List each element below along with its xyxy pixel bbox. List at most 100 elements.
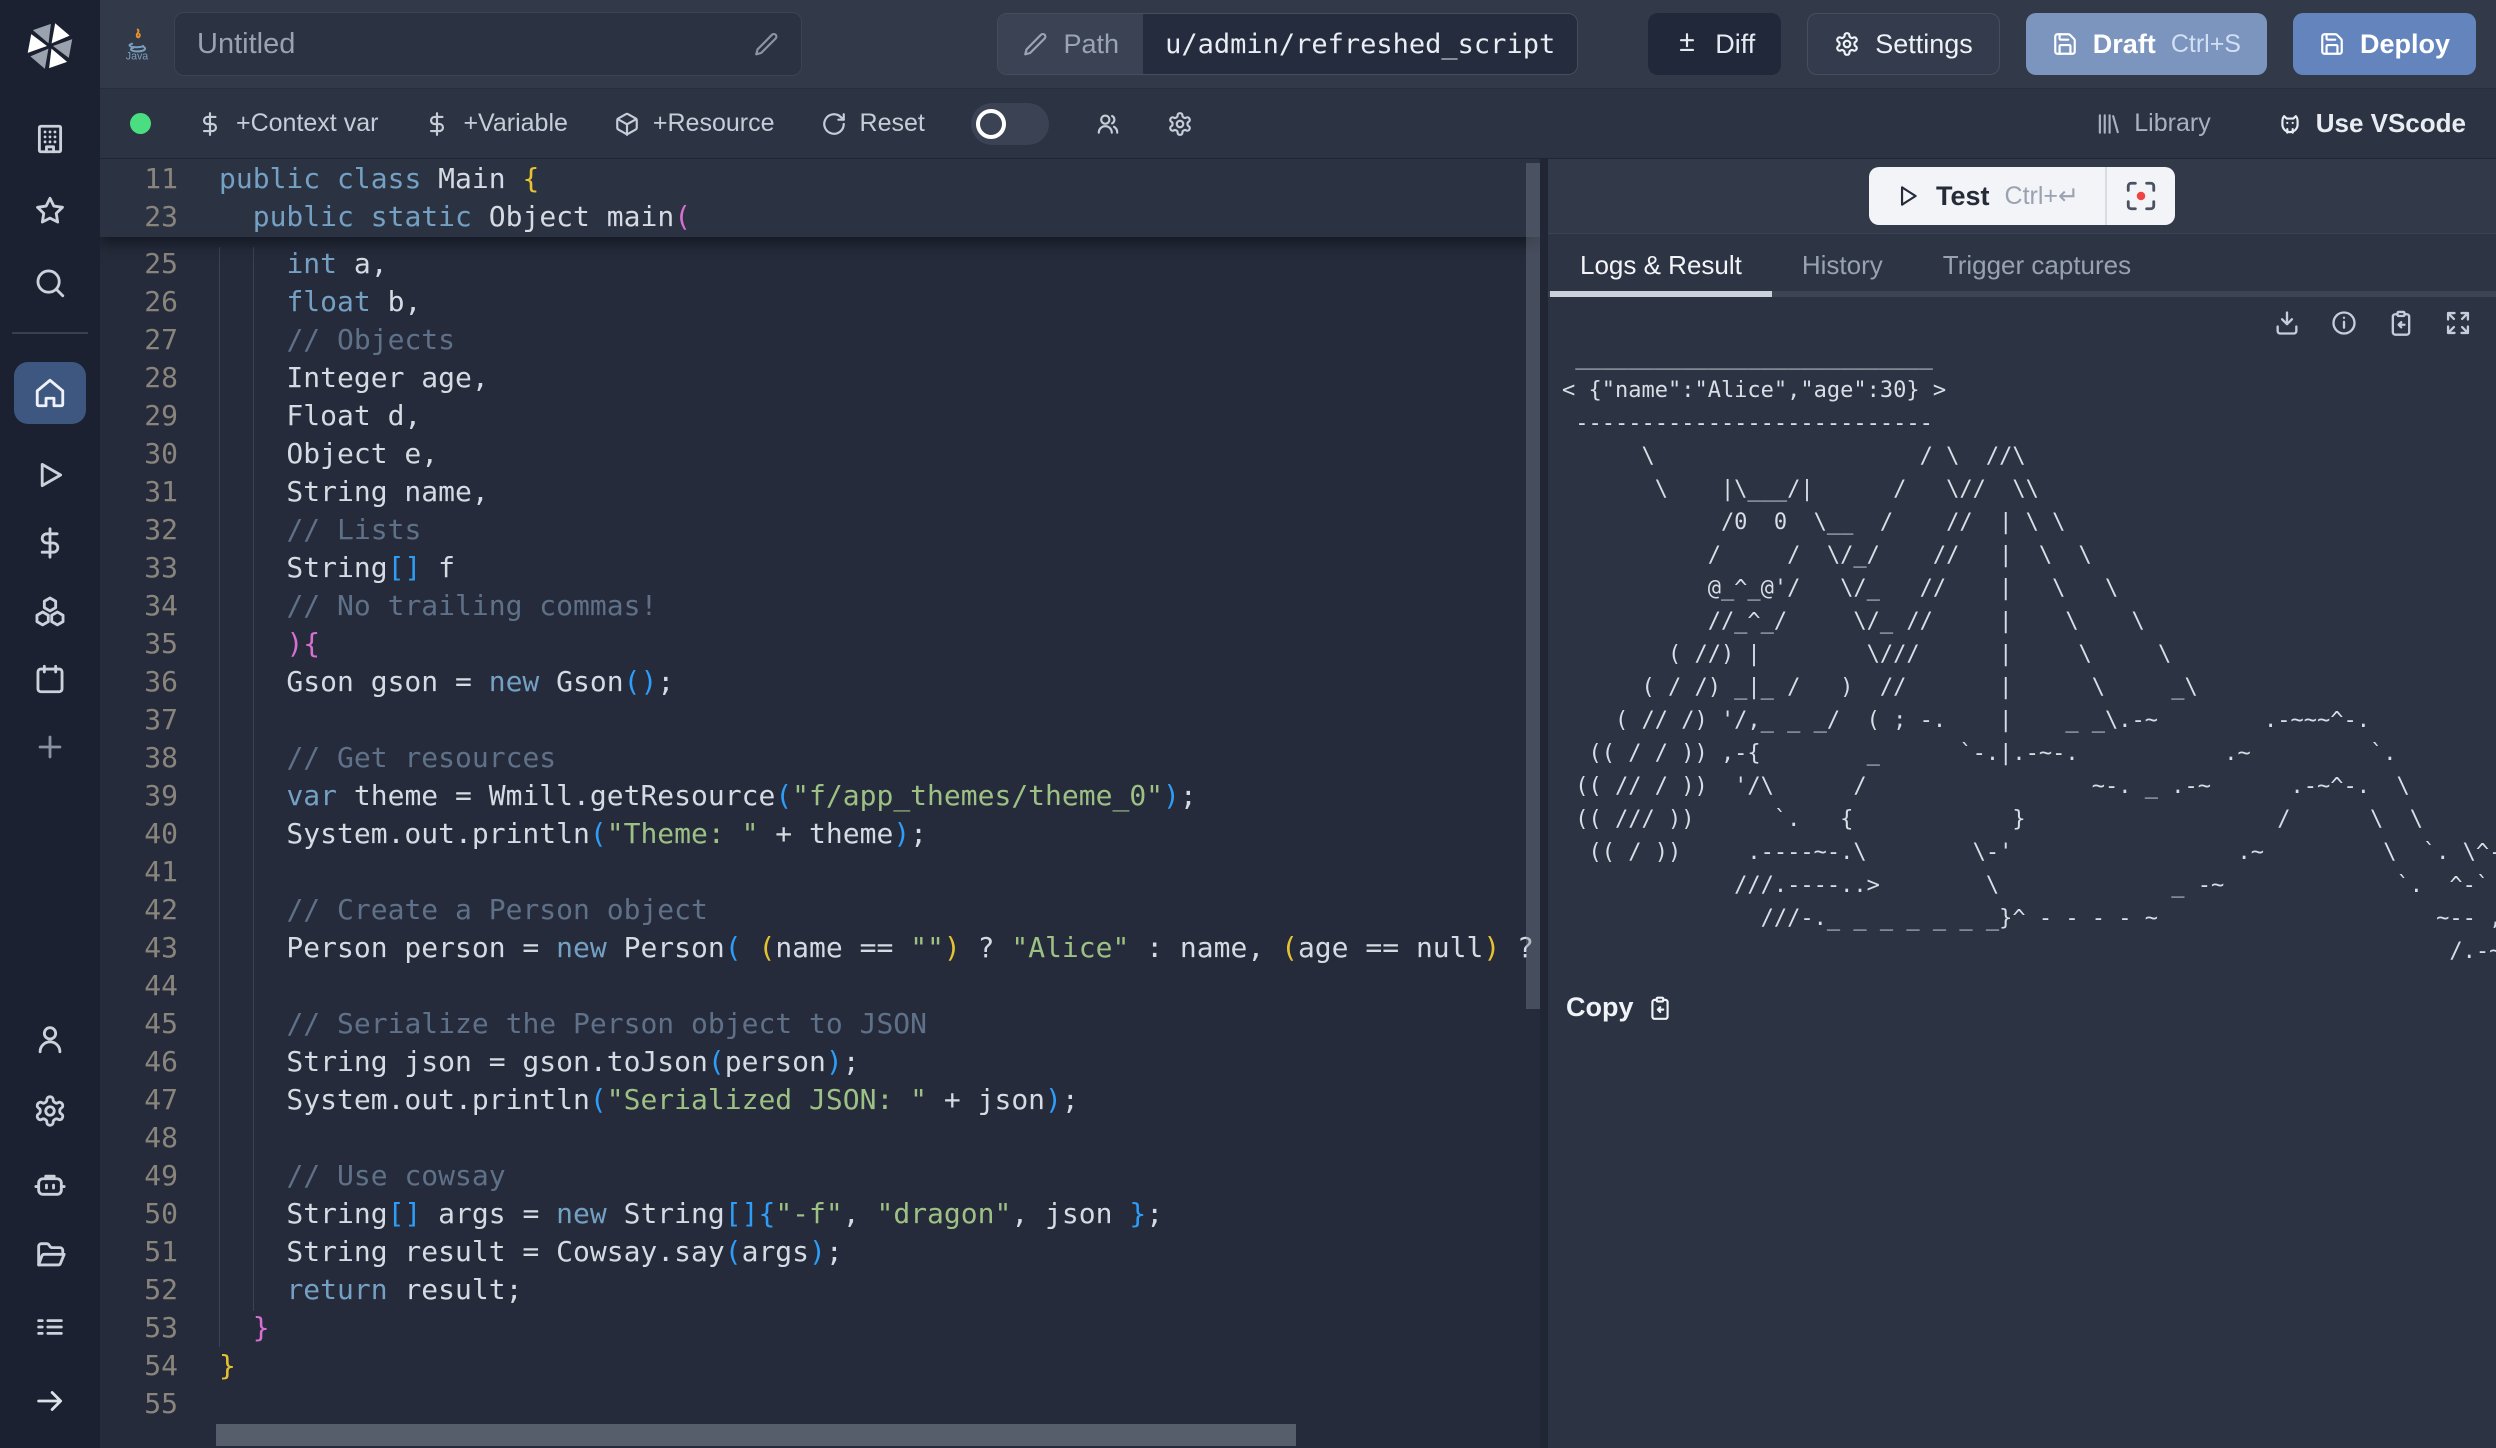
tab-trigger-captures[interactable]: Trigger captures bbox=[1913, 234, 2161, 297]
code-line[interactable]: 52 return result; bbox=[100, 1271, 1540, 1309]
building-icon[interactable] bbox=[33, 122, 67, 156]
code-editor[interactable]: 11public class Main {23 public static Ob… bbox=[100, 159, 1540, 1448]
variables-icon[interactable] bbox=[33, 526, 67, 560]
code-line[interactable]: 46 String json = gson.toJson(person); bbox=[100, 1043, 1540, 1081]
draft-button[interactable]: Draft Ctrl+S bbox=[2026, 13, 2267, 75]
path-label-segment[interactable]: Path bbox=[998, 14, 1144, 74]
vertical-scrollbar[interactable] bbox=[1526, 163, 1540, 1009]
editor-settings-button[interactable] bbox=[1167, 111, 1193, 137]
edit-pencil-icon[interactable] bbox=[753, 31, 779, 57]
list-icon[interactable] bbox=[33, 1310, 67, 1344]
code-text: System.out.println("Theme: " + theme); bbox=[178, 815, 927, 853]
code-text: return result; bbox=[178, 1271, 522, 1309]
code-line[interactable]: 29 Float d, bbox=[100, 397, 1540, 435]
code-line[interactable]: 28 Integer age, bbox=[100, 359, 1540, 397]
code-line[interactable]: 50 String[] args = new String[]{"-f", "d… bbox=[100, 1195, 1540, 1233]
code-line[interactable]: 47 System.out.println("Serialized JSON: … bbox=[100, 1081, 1540, 1119]
tab-history[interactable]: History bbox=[1772, 234, 1913, 297]
deploy-label: Deploy bbox=[2360, 29, 2450, 60]
code-line[interactable]: 37 bbox=[100, 701, 1540, 739]
search-icon[interactable] bbox=[33, 266, 67, 300]
expand-icon[interactable] bbox=[2444, 309, 2472, 337]
code-line[interactable]: 35 ){ bbox=[100, 625, 1540, 663]
copy-result-button[interactable]: Copy bbox=[1566, 992, 2496, 1023]
tab-logs-result[interactable]: Logs & Result bbox=[1550, 234, 1772, 297]
download-icon[interactable] bbox=[2273, 309, 2301, 337]
code-line[interactable]: 38 // Get resources bbox=[100, 739, 1540, 777]
line-number: 29 bbox=[100, 397, 178, 435]
library-button[interactable]: Library bbox=[2095, 109, 2210, 138]
diff-button[interactable]: Diff bbox=[1648, 13, 1781, 75]
star-icon[interactable] bbox=[33, 194, 67, 228]
code-line[interactable]: 40 System.out.println("Theme: " + theme)… bbox=[100, 815, 1540, 853]
settings-button[interactable]: Settings bbox=[1807, 13, 2000, 75]
bot-icon[interactable] bbox=[33, 1166, 67, 1200]
horizontal-scrollbar[interactable] bbox=[216, 1424, 1296, 1446]
script-name-input[interactable]: Untitled bbox=[174, 12, 802, 76]
user-icon[interactable] bbox=[33, 1022, 67, 1056]
add-context-var-button[interactable]: +Context var bbox=[197, 109, 378, 138]
code-line[interactable]: 51 String result = Cowsay.say(args); bbox=[100, 1233, 1540, 1271]
code-line[interactable]: 11public class Main { bbox=[100, 160, 1540, 198]
code-line[interactable]: 54} bbox=[100, 1347, 1540, 1385]
code-line[interactable]: 53 } bbox=[100, 1309, 1540, 1347]
windmill-logo-icon[interactable] bbox=[19, 0, 81, 92]
collaborators-button[interactable] bbox=[1095, 111, 1121, 137]
sidebar-top-group bbox=[33, 122, 67, 300]
settings-label: Settings bbox=[1875, 29, 1973, 60]
code-line[interactable]: 55 bbox=[100, 1385, 1540, 1423]
code-line[interactable]: 43 Person person = new Person( (name == … bbox=[100, 929, 1540, 967]
path-value[interactable]: u/admin/refreshed_script bbox=[1143, 14, 1577, 74]
code-line[interactable]: 41 bbox=[100, 853, 1540, 891]
settings-gear-icon[interactable] bbox=[33, 1094, 67, 1128]
pane-resizer[interactable] bbox=[1540, 159, 1548, 1448]
capture-run-button[interactable] bbox=[2107, 167, 2175, 225]
code-line[interactable]: 34 // No trailing commas! bbox=[100, 587, 1540, 625]
code-line[interactable]: 49 // Use cowsay bbox=[100, 1157, 1540, 1195]
code-text: // Lists bbox=[178, 511, 421, 549]
line-number: 27 bbox=[100, 321, 178, 359]
deploy-button[interactable]: Deploy bbox=[2293, 13, 2476, 75]
line-number: 39 bbox=[100, 777, 178, 815]
add-variable-label: +Variable bbox=[463, 109, 567, 138]
code-line[interactable]: 42 // Create a Person object bbox=[100, 891, 1540, 929]
path-field[interactable]: Path u/admin/refreshed_script bbox=[997, 13, 1579, 75]
diff-mode-toggle[interactable] bbox=[971, 103, 1049, 145]
code-line[interactable]: 25 int a, bbox=[100, 245, 1540, 283]
clipboard-copy-icon bbox=[1647, 995, 1673, 1021]
code-text: // Objects bbox=[178, 321, 455, 359]
code-line[interactable]: 30 Object e, bbox=[100, 435, 1540, 473]
scan-icon bbox=[2124, 179, 2158, 213]
line-number: 30 bbox=[100, 435, 178, 473]
runs-icon[interactable] bbox=[33, 458, 67, 492]
code-line[interactable]: 27 // Objects bbox=[100, 321, 1540, 359]
code-line[interactable]: 45 // Serialize the Person object to JSO… bbox=[100, 1005, 1540, 1043]
sidebar-divider bbox=[12, 332, 88, 334]
line-number: 50 bbox=[100, 1195, 178, 1233]
sidebar-item-home[interactable] bbox=[14, 362, 86, 424]
reset-button[interactable]: Reset bbox=[821, 109, 925, 138]
add-variable-button[interactable]: +Variable bbox=[424, 109, 567, 138]
library-icon bbox=[2095, 111, 2121, 137]
code-line[interactable]: 32 // Lists bbox=[100, 511, 1540, 549]
code-line[interactable]: 23 public static Object main( bbox=[100, 198, 1540, 236]
code-text: float b, bbox=[178, 283, 421, 321]
code-line[interactable]: 26 float b, bbox=[100, 283, 1540, 321]
code-line[interactable]: 44 bbox=[100, 967, 1540, 1005]
folder-open-icon[interactable] bbox=[33, 1238, 67, 1272]
code-line[interactable]: 31 String name, bbox=[100, 473, 1540, 511]
code-line[interactable]: 48 bbox=[100, 1119, 1540, 1157]
schedules-icon[interactable] bbox=[33, 662, 67, 696]
test-button[interactable]: Test Ctrl+↵ bbox=[1869, 167, 2105, 225]
add-resource-button[interactable]: +Resource bbox=[614, 109, 775, 138]
expand-sidebar-arrow-icon[interactable] bbox=[33, 1384, 67, 1418]
info-icon[interactable] bbox=[2330, 309, 2358, 337]
code-line[interactable]: 39 var theme = Wmill.getResource("f/app_… bbox=[100, 777, 1540, 815]
clipboard-import-icon[interactable] bbox=[2387, 309, 2415, 337]
plus-icon[interactable] bbox=[33, 730, 67, 764]
code-line[interactable]: 33 String[] f bbox=[100, 549, 1540, 587]
cowsay-result-output: ___________________________ < {"name":"A… bbox=[1562, 341, 2496, 968]
use-vscode-button[interactable]: Use VScode bbox=[2277, 108, 2466, 139]
resources-icon[interactable] bbox=[33, 594, 67, 628]
code-line[interactable]: 36 Gson gson = new Gson(); bbox=[100, 663, 1540, 701]
